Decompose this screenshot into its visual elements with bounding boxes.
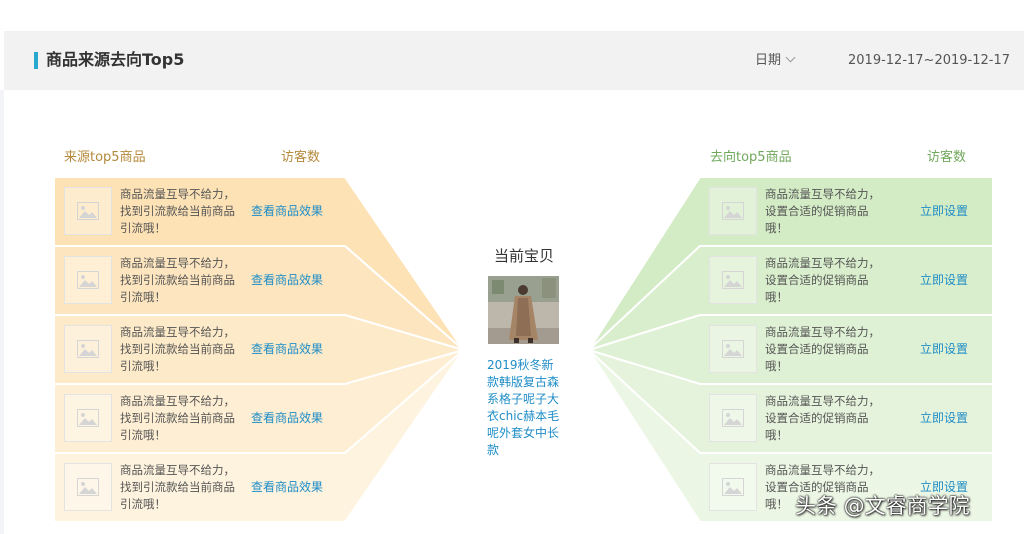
source-row-action-link[interactable]: 查看商品效果	[251, 203, 323, 220]
image-placeholder-icon[interactable]	[709, 187, 757, 235]
watermark: 头条 @文睿商学院	[795, 494, 970, 518]
image-placeholder-icon[interactable]	[64, 463, 112, 511]
source-row-message: 找到引流款给当前商品	[120, 342, 235, 356]
source-row-message: 商品流量互导不给力，	[120, 463, 235, 477]
image-placeholder-icon[interactable]	[709, 325, 757, 373]
destination-row-action-link[interactable]: 立即设置	[920, 341, 968, 358]
destination-row-message: 商品流量互导不给力，	[765, 394, 880, 408]
image-placeholder-icon[interactable]	[64, 256, 112, 304]
source-row-message: 引流哦！	[120, 428, 166, 442]
source-row-action-link[interactable]: 查看商品效果	[251, 479, 323, 496]
source-row: 商品流量互导不给力， 找到引流款给当前商品 引流哦！ 查看商品效果	[54, 456, 354, 518]
destination-row-message: 商品流量互导不给力，	[765, 325, 880, 339]
source-row-message: 找到引流款给当前商品	[120, 480, 235, 494]
source-row-message: 引流哦！	[120, 290, 166, 304]
source-row-message: 找到引流款给当前商品	[120, 411, 235, 425]
source-row-message: 商品流量互导不给力，	[120, 325, 235, 339]
source-row: 商品流量互导不给力， 找到引流款给当前商品 引流哦！ 查看商品效果	[54, 180, 354, 242]
destination-row: 商品流量互导不给力， 设置合适的促销商品 哦！ 立即设置	[699, 387, 999, 449]
destination-row: 商品流量互导不给力， 设置合适的促销商品 哦！ 立即设置	[699, 318, 999, 380]
destination-row-message: 商品流量互导不给力，	[765, 187, 880, 201]
destination-row-message: 设置合适的促销商品	[765, 342, 869, 356]
destination-row-message: 哦！	[765, 221, 788, 235]
source-row-action-link[interactable]: 查看商品效果	[251, 272, 323, 289]
source-row-message: 商品流量互导不给力，	[120, 256, 235, 270]
destination-row-message: 设置合适的促销商品	[765, 411, 869, 425]
destination-row-message: 商品流量互导不给力，	[765, 256, 880, 270]
current-product-link[interactable]: 2019秋冬新款韩版复古森系格子呢子大衣chic赫本毛呢外套女中长款	[487, 357, 563, 459]
source-row-message: 引流哦！	[120, 221, 166, 235]
source-row-message: 商品流量互导不给力，	[120, 394, 235, 408]
source-row-action-link[interactable]: 查看商品效果	[251, 410, 323, 427]
source-row-message: 引流哦！	[120, 497, 166, 511]
image-placeholder-icon[interactable]	[709, 463, 757, 511]
source-row-message: 商品流量互导不给力，	[120, 187, 235, 201]
source-row-action-link[interactable]: 查看商品效果	[251, 341, 323, 358]
destination-row-message: 哦！	[765, 290, 788, 304]
destination-row-message: 设置合适的促销商品	[765, 204, 869, 218]
current-product-image[interactable]	[488, 276, 559, 344]
source-row-message: 找到引流款给当前商品	[120, 273, 235, 287]
destination-row-message: 哦！	[765, 497, 788, 511]
destination-row-action-link[interactable]: 立即设置	[920, 410, 968, 427]
current-product-title: 当前宝贝	[493, 247, 554, 265]
destination-row-action-link[interactable]: 立即设置	[920, 272, 968, 289]
source-row-message: 引流哦！	[120, 359, 166, 373]
destination-row-message: 哦！	[765, 359, 788, 373]
destination-row: 商品流量互导不给力， 设置合适的促销商品 哦！ 立即设置	[699, 249, 999, 311]
source-row: 商品流量互导不给力， 找到引流款给当前商品 引流哦！ 查看商品效果	[54, 318, 354, 380]
image-placeholder-icon[interactable]	[709, 394, 757, 442]
source-row: 商品流量互导不给力， 找到引流款给当前商品 引流哦！ 查看商品效果	[54, 387, 354, 449]
image-placeholder-icon[interactable]	[64, 394, 112, 442]
image-placeholder-icon[interactable]	[709, 256, 757, 304]
destination-row-message: 哦！	[765, 428, 788, 442]
source-row-message: 找到引流款给当前商品	[120, 204, 235, 218]
destination-row-message: 商品流量互导不给力，	[765, 463, 880, 477]
destination-row: 商品流量互导不给力， 设置合适的促销商品 哦！ 立即设置	[699, 180, 999, 242]
image-placeholder-icon[interactable]	[64, 325, 112, 373]
source-row: 商品流量互导不给力， 找到引流款给当前商品 引流哦！ 查看商品效果	[54, 249, 354, 311]
destination-row-message: 设置合适的促销商品	[765, 273, 869, 287]
destination-row-action-link[interactable]: 立即设置	[920, 203, 968, 220]
image-placeholder-icon[interactable]	[64, 187, 112, 235]
